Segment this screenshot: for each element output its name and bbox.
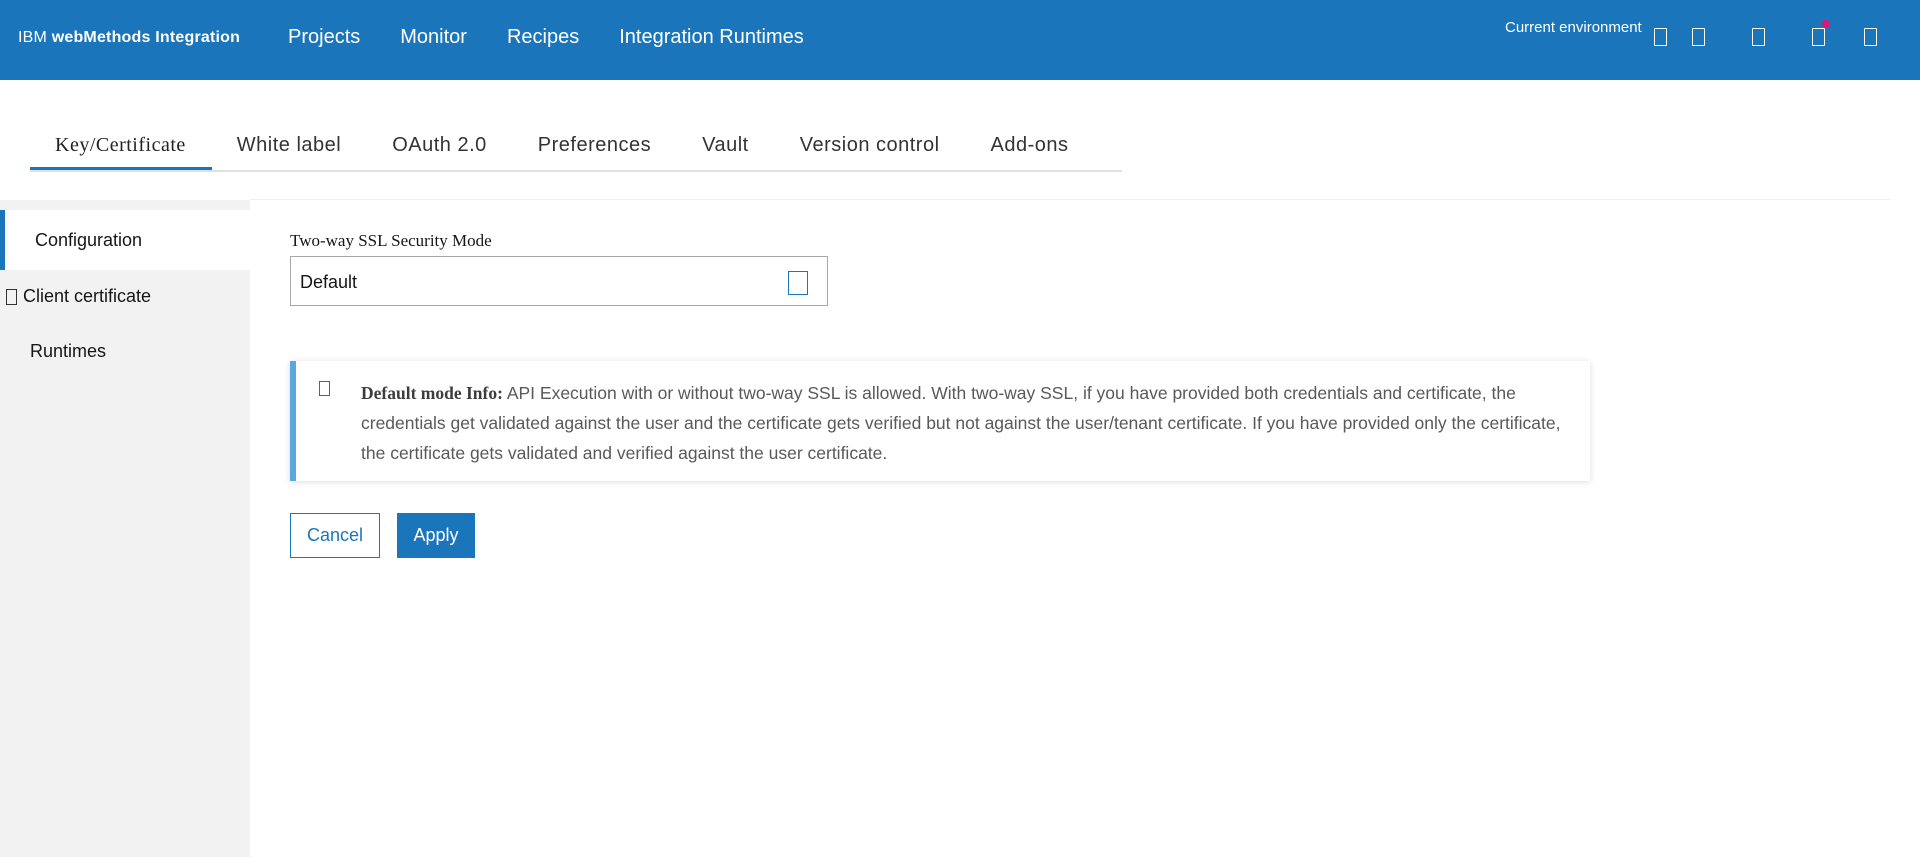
tab-key-certificate[interactable]: Key/Certificate — [30, 118, 212, 170]
ssl-mode-label: Two-way SSL Security Mode — [290, 231, 492, 250]
sidebar-item-runtimes[interactable]: Runtimes — [0, 320, 250, 380]
nav-recipes[interactable]: Recipes — [507, 26, 579, 49]
certificate-icon — [6, 289, 17, 305]
nav-monitor[interactable]: Monitor — [400, 26, 467, 49]
sidebar-item-label: Configuration — [35, 230, 143, 250]
sidebar-item-label: Runtimes — [30, 341, 107, 361]
apply-button[interactable]: Apply — [397, 513, 475, 558]
tab-oauth[interactable]: OAuth 2.0 — [367, 118, 513, 168]
apps-icon[interactable] — [1752, 28, 1765, 46]
brand-name: webMethods Integration — [51, 29, 241, 46]
sidebar-item-client-certificate[interactable]: Client certificate — [0, 265, 250, 325]
sidebar: Configuration Client certificate Runtime… — [0, 200, 250, 857]
sidebar-item-configuration[interactable]: Configuration — [0, 210, 250, 270]
tab-add-ons[interactable]: Add-ons — [966, 118, 1095, 168]
tab-version-control[interactable]: Version control — [775, 118, 966, 168]
info-title: Default mode Info: — [361, 383, 503, 403]
info-message: Default mode Info: API Execution with or… — [361, 378, 1581, 468]
chevron-down-icon — [788, 271, 808, 295]
ssl-mode-value: Default — [300, 272, 358, 292]
user-icon[interactable] — [1864, 28, 1877, 46]
brand-logo[interactable]: IBM webMethods Integration — [18, 29, 240, 47]
sidebar-item-label: Client certificate — [23, 286, 152, 306]
nav-integration-runtimes[interactable]: Integration Runtimes — [619, 26, 804, 49]
settings-tabs: Key/Certificate White label OAuth 2.0 Pr… — [30, 118, 1122, 172]
info-body: API Execution with or without two-way SS… — [361, 383, 1561, 463]
ssl-mode-select[interactable]: Default — [290, 256, 828, 306]
cancel-button[interactable]: Cancel — [290, 513, 380, 558]
content-divider — [250, 199, 1890, 200]
environment-icon[interactable] — [1654, 28, 1667, 46]
top-nav: Projects Monitor Recipes Integration Run… — [288, 26, 844, 49]
help-icon[interactable] — [1692, 28, 1705, 46]
brand-prefix: IBM — [18, 29, 48, 46]
top-header: IBM webMethods Integration Projects Moni… — [0, 0, 1920, 80]
info-icon — [319, 381, 330, 396]
current-environment-label[interactable]: Current environment — [1505, 19, 1642, 36]
notifications-icon[interactable] — [1812, 28, 1825, 46]
tab-vault[interactable]: Vault — [677, 118, 775, 168]
nav-projects[interactable]: Projects — [288, 26, 360, 49]
notification-badge — [1822, 20, 1830, 28]
tab-preferences[interactable]: Preferences — [513, 118, 677, 168]
info-notification: Default mode Info: API Execution with or… — [290, 361, 1590, 481]
tab-white-label[interactable]: White label — [212, 118, 367, 168]
